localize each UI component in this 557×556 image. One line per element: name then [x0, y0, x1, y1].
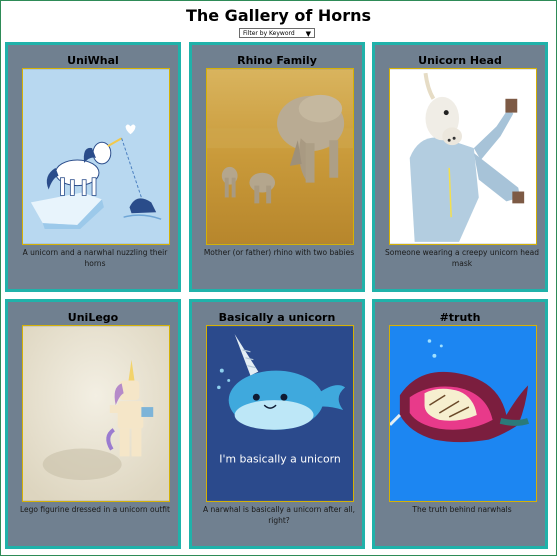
card-title: Basically a unicorn: [218, 311, 336, 324]
gallery-card-truth[interactable]: #truth The truth behind narwhals: [372, 299, 548, 549]
rhino-photo: [207, 69, 353, 244]
narwhal-illustration: I'm basically a unicorn: [207, 326, 353, 501]
filter-label: Filter by Keyword: [243, 30, 295, 37]
card-image[interactable]: [22, 325, 170, 502]
card-image[interactable]: [389, 68, 537, 245]
card-image[interactable]: [389, 325, 537, 502]
card-title: UniLego: [67, 311, 119, 324]
unilego-photo: [23, 326, 169, 501]
page-title: The Gallery of Horns: [185, 6, 372, 25]
card-caption: The truth behind narwhals: [412, 505, 512, 514]
gallery-card-uniwhal[interactable]: UniWhal A unicorn and a narwhal nuzzling…: [5, 42, 181, 292]
gallery-card-basically-a-unicorn[interactable]: Basically a unicorn I'm basically a unic…: [189, 299, 365, 549]
uniwhal-illustration: [23, 69, 169, 244]
card-image[interactable]: [22, 68, 170, 245]
chevron-down-icon: ▼: [305, 30, 311, 38]
card-caption: Lego figurine dressed in a unicorn outfi…: [20, 505, 170, 514]
card-title: #truth: [439, 311, 481, 324]
keyword-filter-select[interactable]: Filter by Keyword ▼: [239, 28, 315, 38]
gallery-card-unilego[interactable]: UniLego Lego figurine dressed in a unico…: [5, 299, 181, 549]
card-caption: A unicorn and a narwhal nuzzling their h…: [22, 248, 168, 268]
unicorn-mask-photo: [390, 69, 536, 244]
gallery-card-rhino-family[interactable]: Rhino Family Mother (or father) rhino wi…: [189, 42, 365, 292]
card-caption: Mother (or father) rhino with two babies: [203, 248, 355, 257]
card-image[interactable]: I'm basically a unicorn: [206, 325, 354, 502]
card-title: Rhino Family: [237, 54, 317, 67]
card-caption: Someone wearing a creepy unicorn head ma…: [385, 248, 539, 268]
truth-illustration: [390, 326, 536, 501]
card-title: Unicorn Head: [418, 54, 502, 67]
card-image[interactable]: [206, 68, 354, 245]
card-title: UniWhal: [67, 54, 119, 67]
gallery-card-unicorn-head[interactable]: Unicorn Head Someone wearing a creepy un…: [372, 42, 548, 292]
card-caption: A narwhal is basically a unicorn after a…: [203, 505, 355, 525]
image-caption-text: I'm basically a unicorn: [219, 452, 340, 465]
